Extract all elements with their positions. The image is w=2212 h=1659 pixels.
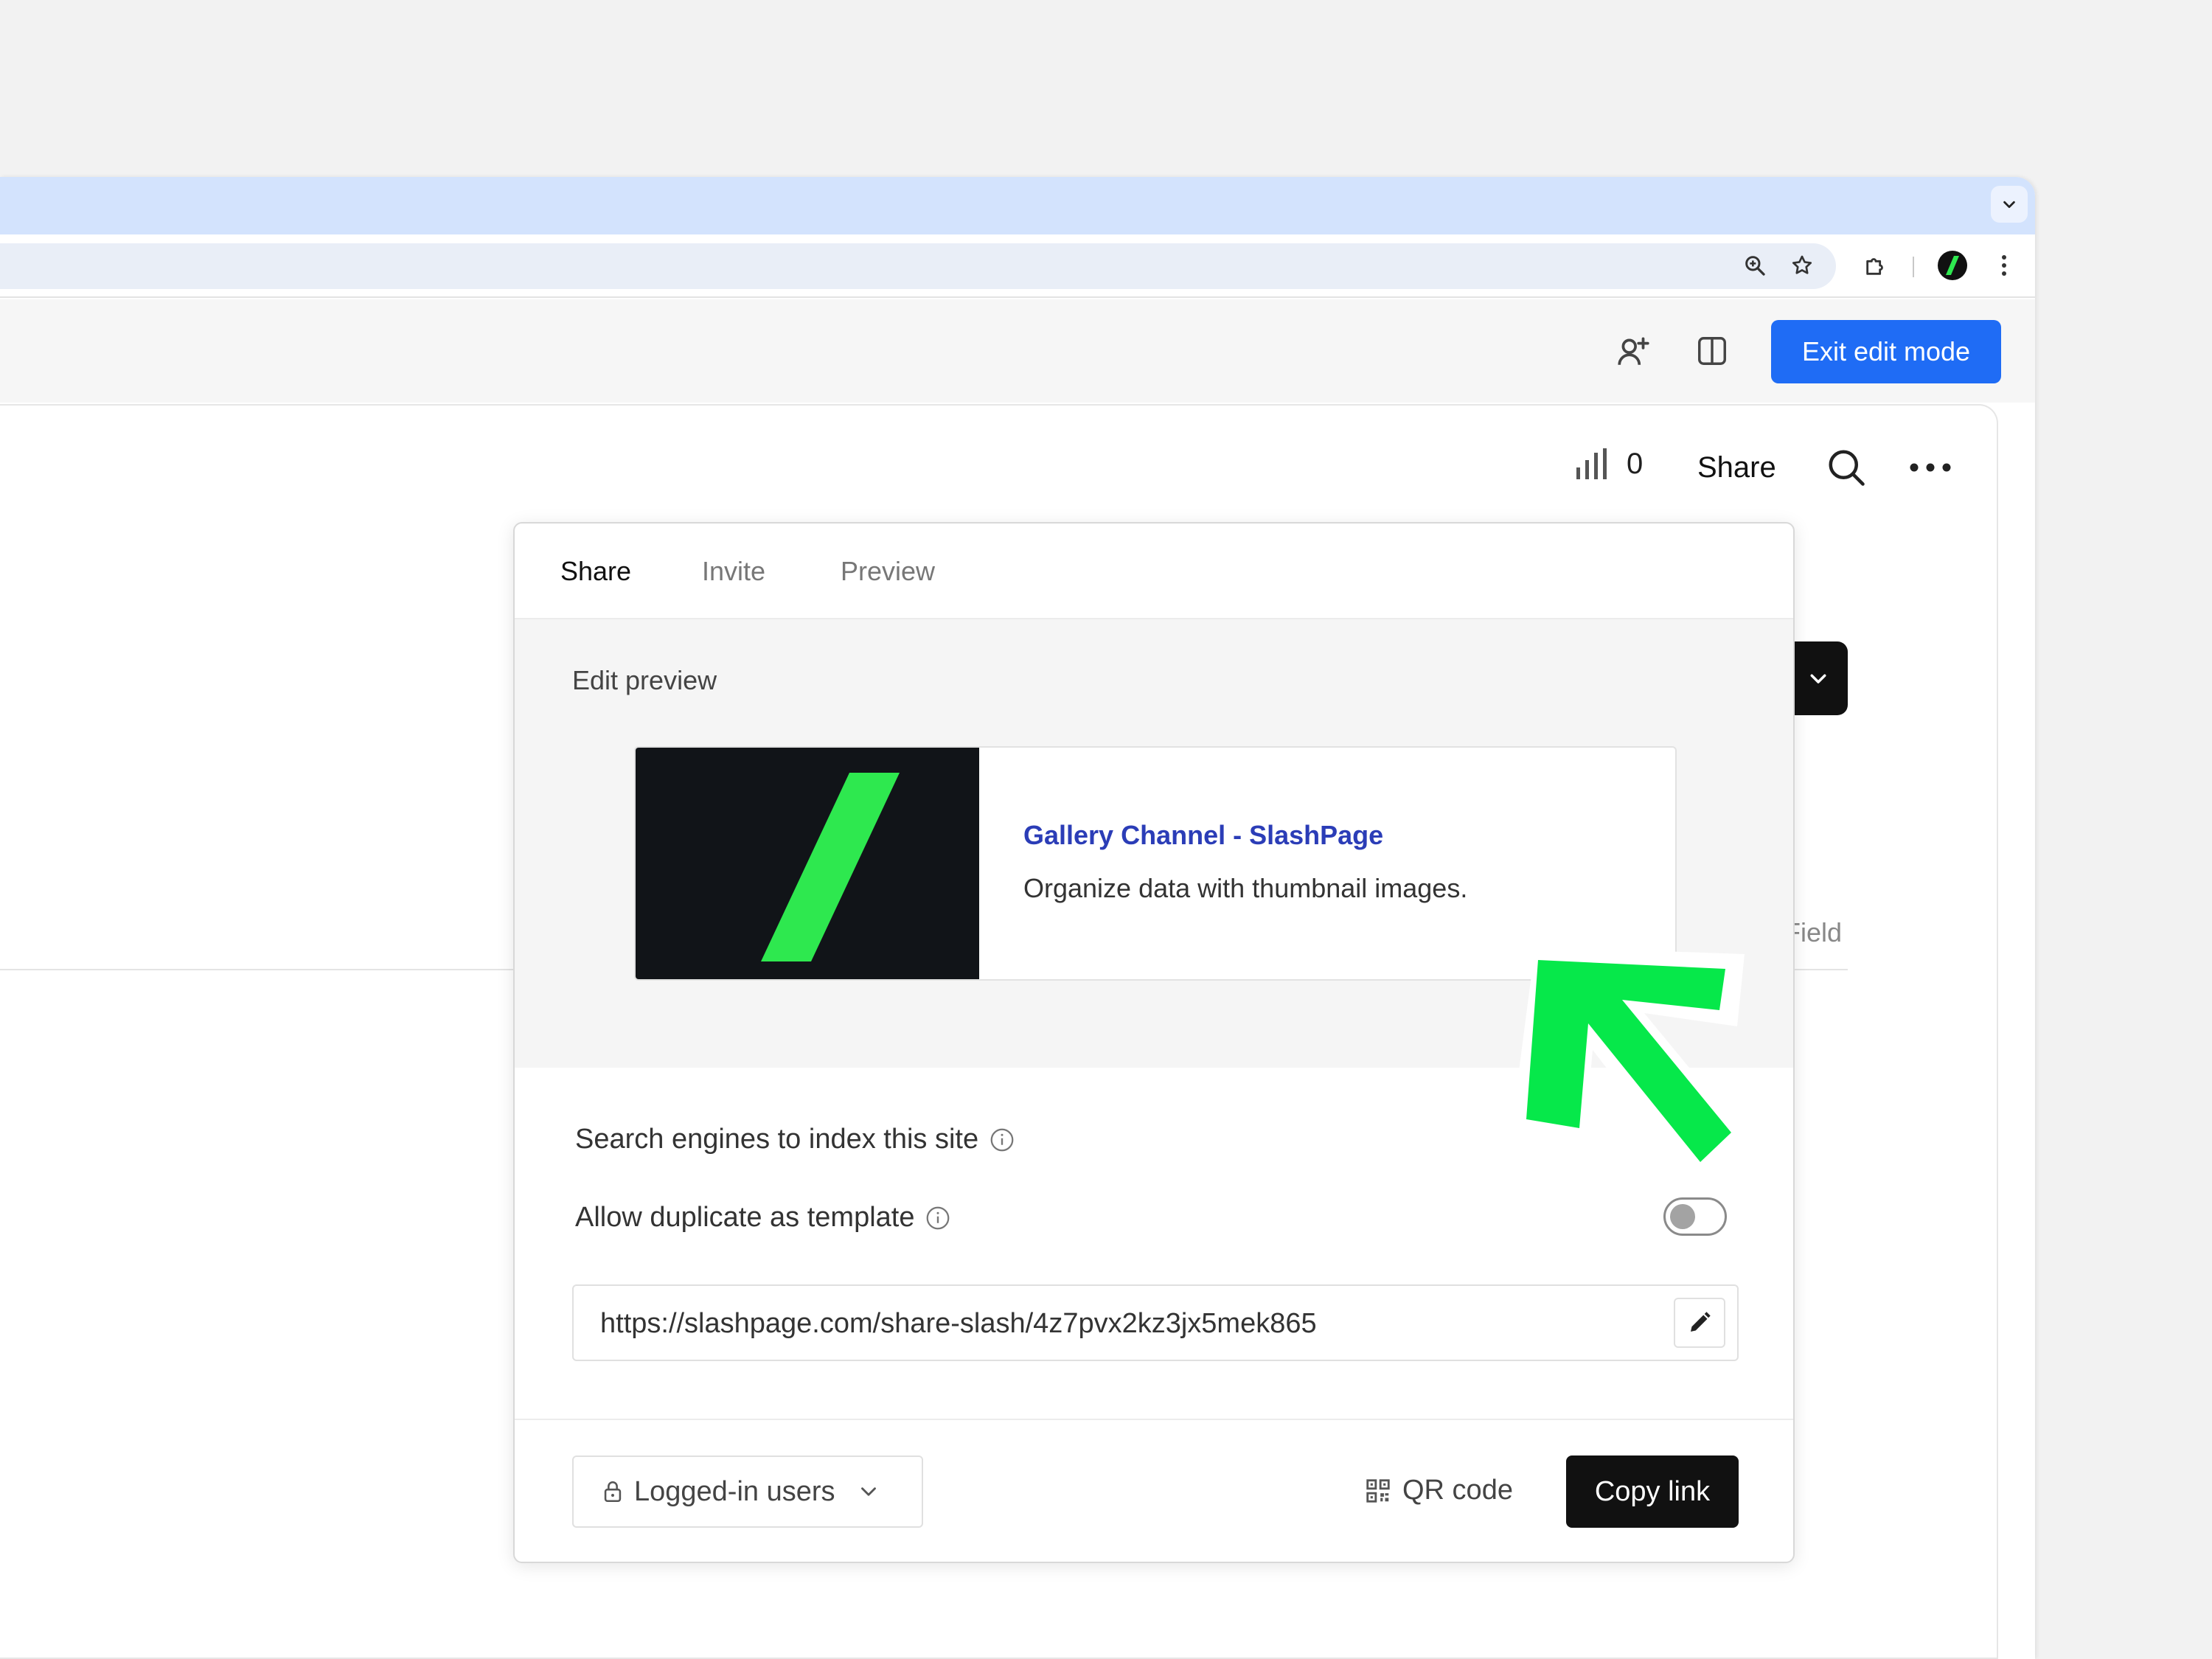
share-url-field[interactable]: https://slashpage.com/share-slash/4z7pvx…	[572, 1284, 1739, 1361]
arrow-pointer-icon	[1510, 947, 1747, 1187]
bookmark-star-icon	[1792, 255, 1812, 274]
exit-edit-mode-button[interactable]: Exit edit mode	[1771, 320, 2001, 383]
tab-invite[interactable]: Invite	[702, 556, 765, 587]
info-icon[interactable]	[989, 1127, 1015, 1153]
divider	[515, 1419, 1793, 1420]
allow-duplicate-toggle[interactable]	[1663, 1197, 1727, 1236]
setting-allow-duplicate: Allow duplicate as template	[575, 1202, 951, 1234]
preview-description: Organize data with thumbnail images.	[1023, 873, 1468, 903]
more-menu-button[interactable]	[1908, 445, 1952, 490]
bar-chart-icon	[1576, 448, 1607, 479]
kebab-menu-icon	[2002, 255, 2006, 276]
zoom-icon	[1745, 256, 1765, 276]
copy-link-button[interactable]: Copy link	[1566, 1455, 1739, 1528]
pencil-icon	[1691, 1312, 1711, 1332]
divider	[0, 969, 516, 970]
search-button[interactable]	[1824, 445, 1868, 490]
setting-label: Allow duplicate as template	[575, 1202, 915, 1233]
view-count-value: 0	[1627, 447, 1644, 480]
browser-toolbar	[0, 234, 2035, 298]
chevron-down-icon	[860, 1487, 876, 1496]
tab-search-button[interactable]	[1991, 186, 2028, 223]
access-level-dropdown[interactable]: Logged-in users	[572, 1455, 923, 1528]
browser-menu-button[interactable]	[1985, 246, 2023, 285]
qr-code-button[interactable]: QR code	[1364, 1475, 1513, 1506]
tab-preview[interactable]: Preview	[841, 556, 935, 587]
share-button[interactable]: Share	[1697, 451, 1776, 484]
setting-label: Search engines to index this site	[575, 1124, 979, 1155]
extensions-button[interactable]	[1857, 246, 1895, 285]
address-bar[interactable]	[0, 243, 1836, 289]
qr-code-icon	[1366, 1478, 1390, 1503]
edit-url-button[interactable]	[1674, 1298, 1725, 1348]
chevron-down-icon	[1810, 674, 1826, 684]
profile-button[interactable]	[1933, 246, 1972, 285]
toggle-knob	[1670, 1204, 1695, 1229]
info-icon[interactable]	[925, 1205, 951, 1231]
setting-search-index: Search engines to index this site	[575, 1124, 1015, 1155]
layout-toggle-button[interactable]	[1690, 329, 1734, 373]
extensions-puzzle-icon	[1866, 258, 1883, 275]
app-header	[0, 299, 2035, 403]
qr-code-label: QR code	[1402, 1475, 1513, 1506]
tab-share[interactable]: Share	[560, 556, 631, 587]
toolbar-separator	[1913, 257, 1914, 277]
person-add-icon	[1618, 337, 1649, 365]
divider	[1792, 969, 1848, 970]
bookmark-button[interactable]	[1783, 246, 1821, 285]
lock-icon	[604, 1481, 622, 1503]
ellipsis-icon	[1910, 463, 1951, 472]
zoom-button[interactable]	[1736, 246, 1774, 285]
invite-member-button[interactable]	[1612, 329, 1656, 373]
split-panel-icon	[1698, 337, 1726, 365]
share-url-text: https://slashpage.com/share-slash/4z7pvx…	[600, 1308, 1317, 1339]
chevron-down-icon	[2003, 201, 2015, 209]
preview-thumbnail	[636, 748, 979, 979]
preview-title: Gallery Channel - SlashPage	[1023, 820, 1384, 850]
popover-tabs: Share Invite Preview	[515, 524, 1793, 619]
tab-strip	[0, 177, 2035, 234]
slashpage-logo-icon	[761, 773, 900, 961]
search-icon	[1829, 450, 1865, 486]
edit-preview-link[interactable]: Edit preview	[572, 665, 717, 696]
profile-avatar-icon	[1938, 251, 1967, 280]
more-options-dropdown[interactable]	[1789, 641, 1848, 715]
view-count[interactable]: 0	[1575, 447, 1643, 481]
access-level-label: Logged-in users	[634, 1475, 835, 1507]
